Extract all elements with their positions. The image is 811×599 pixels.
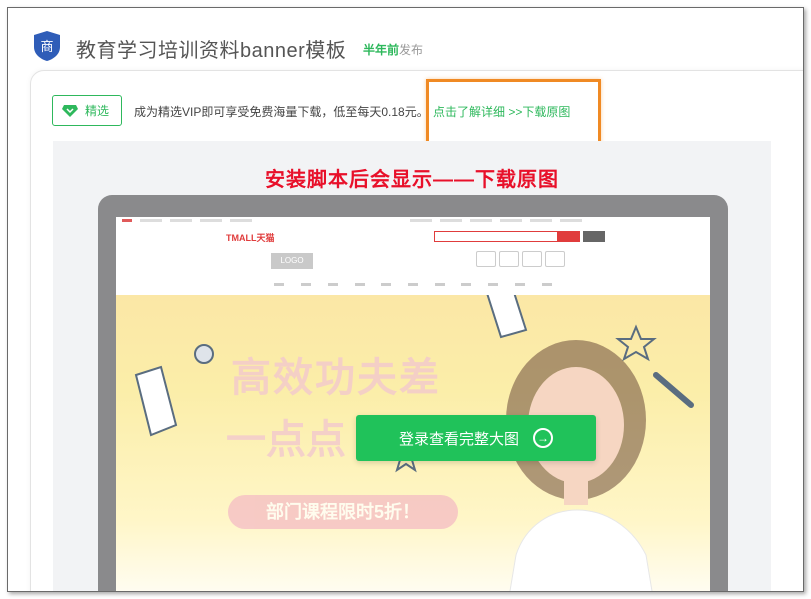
hero-promo-pill: 部门课程限时5折！ bbox=[228, 495, 458, 529]
publish-time-suffix: 发布 bbox=[399, 43, 424, 57]
mock-nav bbox=[116, 279, 710, 291]
mock-coupons bbox=[476, 251, 565, 267]
hero-subheadline: 一点点 bbox=[226, 418, 346, 462]
publish-time: 半年前发布 bbox=[363, 41, 423, 58]
mock-search-button bbox=[558, 231, 580, 242]
arrow-right-circle-icon: → bbox=[533, 428, 553, 448]
shop-badge-icon: 商 bbox=[34, 31, 60, 61]
page-title: 教育学习培训资料banner模板 bbox=[76, 40, 347, 62]
window-frame: 商 教育学习培训资料banner模板 半年前发布 精选 成为精选VIP即可享受免… bbox=[7, 7, 804, 592]
vip-featured-tag[interactable]: 精选 bbox=[52, 95, 122, 126]
diamond-icon bbox=[62, 104, 78, 117]
mock-topbar bbox=[116, 217, 710, 225]
publish-time-value: 半年前 bbox=[363, 43, 400, 57]
laptop-mockup: TMALL天猫 LOGO 高效功夫差 一点点 部门课程限时5折！ 登录查看完整大… bbox=[98, 195, 728, 591]
vip-promo-text: 成为精选VIP即可享受免费海量下载，低至每天0.18元。 bbox=[134, 105, 429, 119]
tmall-logo: TMALL天猫 bbox=[226, 233, 275, 243]
login-button-label: 登录查看完整大图 bbox=[398, 430, 519, 448]
logo-placeholder: LOGO bbox=[271, 253, 313, 269]
svg-text:商: 商 bbox=[40, 40, 53, 55]
mock-search-box bbox=[434, 231, 558, 242]
vip-tag-label: 精选 bbox=[85, 104, 110, 118]
login-view-full-button[interactable]: 登录查看完整大图 → bbox=[356, 415, 596, 461]
overlay-title: 安装脚本后会显示——下载原图 bbox=[265, 169, 559, 191]
mock-search-button-2 bbox=[583, 231, 605, 242]
preview-image: 安装脚本后会显示——下载原图 TMALL天猫 LOGO 高效功夫差 一点点 部门… bbox=[53, 141, 771, 591]
hero-headline: 高效功夫差 bbox=[231, 356, 441, 400]
laptop-screen: TMALL天猫 LOGO 高效功夫差 一点点 部门课程限时5折！ 登录查看完整大… bbox=[116, 217, 710, 591]
mock-search-row: TMALL天猫 bbox=[116, 225, 710, 255]
